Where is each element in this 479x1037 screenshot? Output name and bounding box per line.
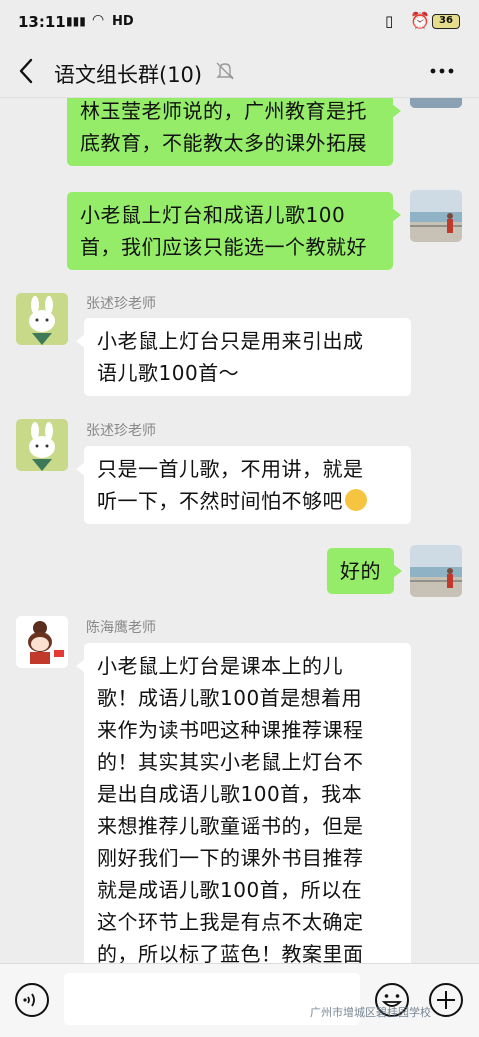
message-line: 林玉莹老师说的，广州教育是托	[80, 99, 367, 123]
sender-avatar-rabbit[interactable]	[16, 293, 68, 345]
message-line: 的！其实其实小老鼠上灯台不	[97, 750, 364, 774]
message-line: 的，所以标了蓝色！教案里面	[97, 942, 364, 963]
message-bubble-other[interactable]: 只是一首儿歌，不用讲，就是 听一下，不然时间怕不够吧	[76, 446, 411, 524]
sender-avatar-girl[interactable]	[16, 616, 68, 668]
status-time: 13:11	[18, 13, 66, 31]
sender-avatar-rabbit[interactable]	[16, 419, 68, 471]
signal-icon: ▮▮▮	[66, 14, 86, 28]
message-line: 底教育，不能教太多的课外拓展	[80, 131, 367, 155]
vibrate-icon: ▯	[385, 12, 394, 30]
message-line: 这个环节上我是有点不太确定	[97, 910, 364, 934]
message-line: 只是一首儿歌，不用讲，就是	[97, 457, 364, 481]
status-bar: 13:11 ▮▮▮ ◠ HD ▯ ⏰ 36	[0, 0, 479, 46]
message-line: 来想推荐儿歌童谣书的，但是	[97, 814, 364, 838]
watermark: 广州市增城区碧桂园学校	[310, 1006, 431, 1019]
sender-name: 张述珍老师	[86, 423, 156, 439]
message-bubble-mine[interactable]: 小老鼠上灯台和成语儿歌100 首，我们应该只能选一个教就好	[67, 192, 401, 270]
chat-header: 语文组长群(10)	[0, 46, 479, 98]
back-arrow-icon[interactable]	[16, 56, 38, 86]
more-options-icon[interactable]	[428, 60, 456, 82]
my-avatar[interactable]	[410, 545, 462, 597]
wifi-icon: ◠	[92, 12, 105, 28]
message-line: 来作为读书吧这种课推荐课程	[97, 718, 364, 742]
message-line: 听一下，不然时间怕不够吧	[97, 485, 398, 517]
message-line: 好的	[340, 559, 381, 583]
chat-area[interactable]: 林玉莹老师说的，广州教育是托 底教育，不能教太多的课外拓展 小老鼠上灯台和成语儿…	[0, 98, 479, 963]
input-bar	[0, 963, 479, 1037]
message-bubble-mine[interactable]: 林玉莹老师说的，广州教育是托 底教育，不能教太多的课外拓展	[67, 98, 401, 166]
message-bubble-other[interactable]: 小老鼠上灯台只是用来引出成 语儿歌100首～	[76, 318, 411, 396]
message-bubble-mine[interactable]: 好的	[327, 548, 402, 594]
message-line: 就是成语儿歌100首，所以在	[97, 878, 363, 902]
sender-name: 陈海鹰老师	[86, 620, 156, 636]
message-line: 首，我们应该只能选一个教就好	[80, 235, 367, 259]
mute-bell-icon	[216, 62, 234, 80]
alarm-icon: ⏰	[410, 11, 430, 30]
message-bubble-other[interactable]: 小老鼠上灯台是课本上的儿 歌！成语儿歌100首是想着用 来作为读书吧这种课推荐课…	[76, 643, 411, 963]
my-avatar[interactable]	[410, 190, 462, 242]
battery-level: 36	[432, 14, 460, 29]
message-line: 刚好我们一下的课外书目推荐	[97, 846, 364, 870]
message-line: 歌！成语儿歌100首是想着用	[97, 686, 363, 710]
chat-title: 语文组长群(10)	[54, 63, 203, 87]
message-line: 小老鼠上灯台是课本上的儿	[97, 654, 343, 678]
message-line: 小老鼠上灯台和成语儿歌100	[80, 203, 346, 227]
plus-icon[interactable]	[428, 982, 464, 1018]
message-line: 小老鼠上灯台只是用来引出成	[97, 329, 364, 353]
voice-input-icon[interactable]	[14, 982, 50, 1018]
network-label: HD	[112, 14, 134, 29]
sender-name: 张述珍老师	[86, 296, 156, 312]
thinking-emoji-icon	[345, 489, 367, 511]
my-avatar[interactable]	[410, 98, 462, 108]
message-line: 语儿歌100首～	[97, 361, 240, 385]
message-line: 是出自成语儿歌100首，我本	[97, 782, 363, 806]
